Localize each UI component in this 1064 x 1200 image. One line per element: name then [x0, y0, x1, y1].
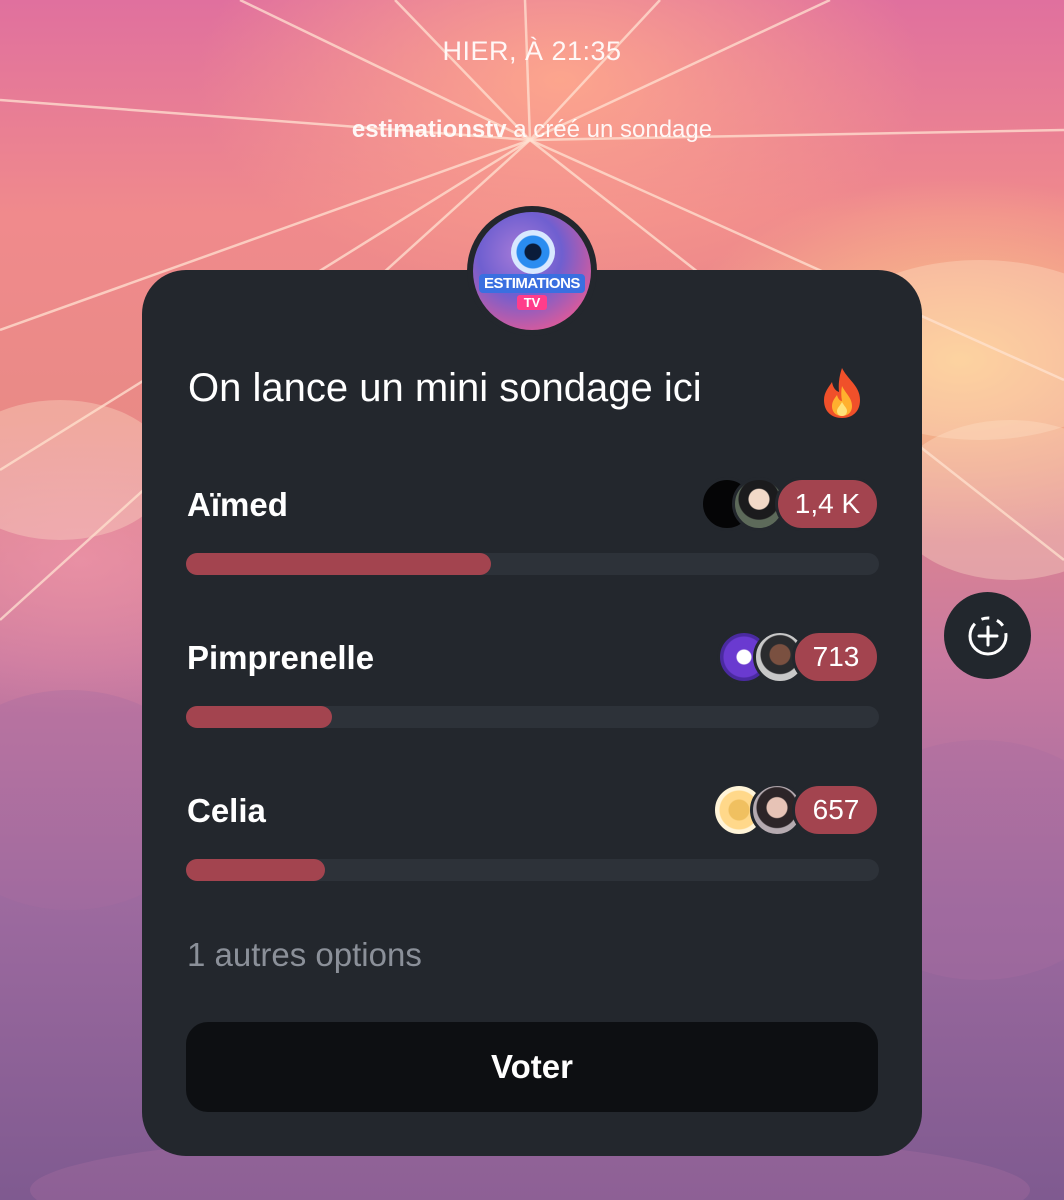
poll-option-label[interactable]: Pimprenelle — [187, 639, 374, 677]
voter-avatars: 657 — [712, 783, 880, 839]
voter-avatars: 1,4 K — [700, 477, 880, 533]
option-progress-fill — [186, 706, 332, 728]
add-to-story-button[interactable] — [944, 592, 1031, 679]
eye-icon — [511, 230, 555, 274]
poll-title: On lance un mini sondage ici — [188, 366, 702, 410]
vote-count-badge[interactable]: 1,4 K — [775, 477, 880, 531]
option-progress-fill — [186, 859, 325, 881]
creator-avatar[interactable]: ESTIMATIONS TV — [467, 206, 597, 336]
option-progress-track — [186, 553, 879, 575]
logo-wordmark: ESTIMATIONS — [479, 274, 585, 293]
vote-button-label: Voter — [491, 1048, 573, 1085]
fire-icon — [824, 368, 860, 418]
poll-option-label[interactable]: Celia — [187, 792, 266, 830]
vote-count-badge[interactable]: 713 — [792, 630, 880, 684]
logo-tv-badge: TV — [517, 295, 547, 310]
vote-count-badge[interactable]: 657 — [792, 783, 880, 837]
message-timestamp: HIER, À 21:35 — [442, 36, 622, 66]
circle-dashed-plus-icon — [968, 616, 1007, 655]
option-progress-fill — [186, 553, 491, 575]
creator-action-text: a créé un sondage — [506, 116, 713, 143]
poll-option-label[interactable]: Aïmed — [187, 486, 288, 524]
option-progress-track — [186, 859, 879, 881]
vote-button[interactable]: Voter — [186, 1022, 878, 1112]
more-options-link[interactable]: 1 autres options — [187, 936, 422, 974]
estimations-logo: ESTIMATIONS TV — [473, 212, 591, 330]
poll-creator-notice: estimationstv a créé un sondage — [0, 116, 1064, 144]
creator-username[interactable]: estimationstv — [352, 116, 507, 143]
voter-avatars: 713 — [717, 630, 880, 686]
option-progress-track — [186, 706, 879, 728]
